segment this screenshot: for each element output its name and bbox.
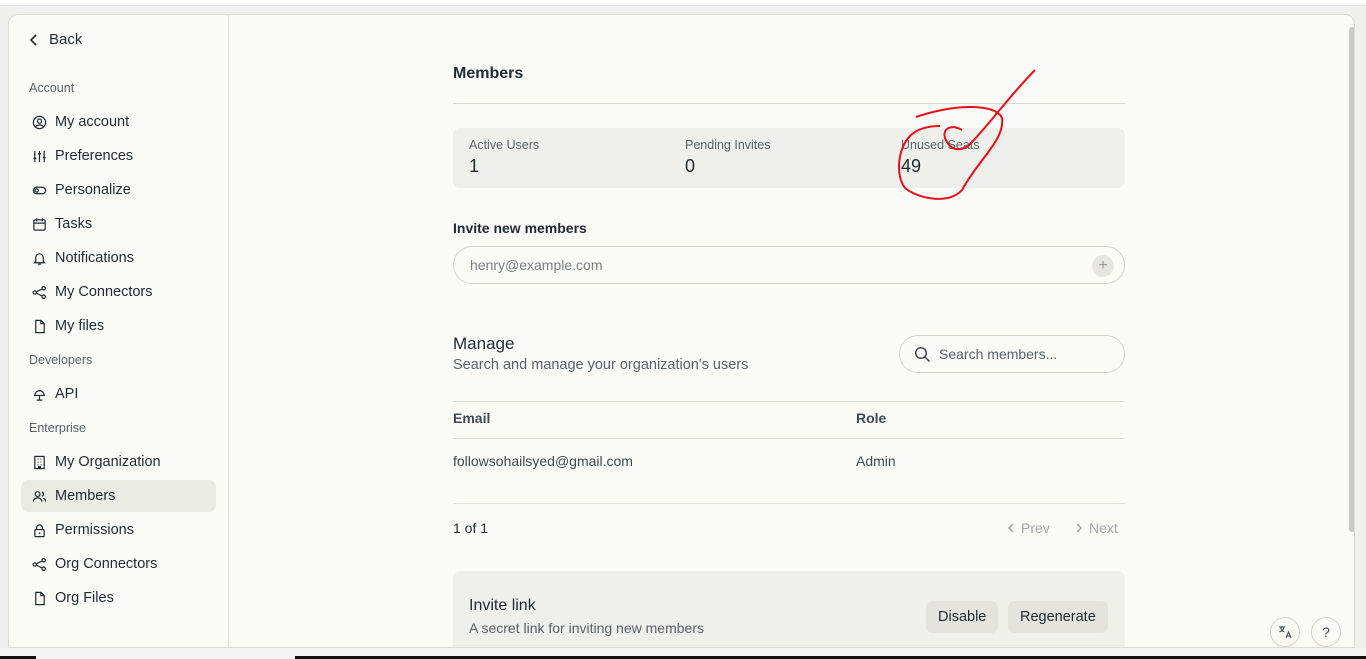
pagination-count: 1 of 1 [453, 520, 489, 536]
sidebar-item-label: Org Files [55, 590, 114, 606]
sidebar-item-label: Preferences [55, 148, 134, 164]
back-button[interactable]: Back [29, 31, 82, 48]
sidebar-item-label: My account [55, 114, 130, 130]
manage-title: Manage [453, 334, 515, 353]
settings-window: Back Account My account Preferences Pers… [8, 14, 1355, 648]
stat-unused-seats: Unused Seats 49 [901, 138, 980, 177]
file-icon [35, 591, 45, 605]
sidebar-item-members[interactable]: Members [21, 480, 216, 512]
section-label-enterprise: Enterprise [29, 421, 86, 435]
translate-icon [1279, 626, 1292, 639]
help-label: ? [1322, 624, 1330, 640]
prev-page-button[interactable]: Prev [1007, 520, 1050, 536]
connectors-icon [32, 285, 47, 299]
sidebar-item-label: Members [55, 488, 116, 504]
translate-button[interactable] [1270, 617, 1300, 647]
sliders-icon [33, 150, 46, 162]
help-button[interactable]: ? [1311, 617, 1341, 647]
stat-label: Pending Invites [685, 138, 771, 152]
sidebar-item-notifications[interactable]: Notifications [21, 242, 216, 274]
stat-value: 49 [901, 156, 922, 176]
stat-active-users: Active Users 1 [469, 138, 539, 177]
disable-button[interactable]: Disable [926, 601, 999, 633]
invite-link-title: Invite link [469, 597, 536, 614]
sidebar-item-label: My files [55, 318, 105, 334]
next-page-button[interactable]: Next [1075, 520, 1118, 536]
taskbar-strip [0, 648, 1366, 659]
sidebar-item-permissions[interactable]: Permissions [21, 514, 216, 546]
column-header-role: Role [856, 410, 887, 426]
sidebar-item-my-files[interactable]: My files [21, 310, 216, 342]
sidebar-item-preferences[interactable]: Preferences [21, 140, 216, 172]
invite-link-card: Invite link A secret link for inviting n… [453, 571, 1125, 647]
next-label: Next [1089, 520, 1118, 536]
stat-value: 0 [685, 156, 696, 176]
invite-label: Invite new members [453, 220, 587, 236]
table-top-border [453, 401, 1125, 402]
users-icon [32, 490, 47, 502]
sidebar-item-label: Tasks [55, 216, 93, 232]
sidebar-item-my-connectors[interactable]: My Connectors [21, 276, 216, 308]
table-header-border [453, 438, 1125, 439]
sidebar-item-label: Notifications [55, 250, 134, 266]
regenerate-button[interactable]: Regenerate [1008, 601, 1108, 633]
lock-icon [34, 523, 45, 537]
sidebar: Back Account My account Preferences Pers… [9, 15, 229, 647]
search-input[interactable] [939, 346, 1109, 362]
stat-label: Active Users [469, 138, 540, 152]
user-circle-icon [32, 115, 47, 129]
sidebar-item-label: Personalize [55, 182, 131, 198]
invite-email-input[interactable] [453, 246, 1125, 284]
cell-email: followsohailsyed@gmail.com [453, 453, 633, 469]
invite-link-subtitle: A secret link for inviting new members [469, 620, 704, 636]
calendar-icon [33, 217, 46, 231]
sidebar-item-my-account[interactable]: My account [21, 106, 216, 138]
building-icon [34, 455, 45, 469]
stat-label: Unused Seats [901, 138, 980, 152]
stats-card: Active Users 1 Pending Invites 0 Unused … [453, 128, 1125, 188]
toggle-icon [32, 186, 47, 194]
search-members-box[interactable] [899, 335, 1125, 373]
section-label-account: Account [29, 81, 75, 95]
file-icon [35, 319, 45, 333]
section-label-developers: Developers [29, 353, 93, 367]
prev-label: Prev [1021, 520, 1050, 536]
table-bottom-border [453, 503, 1125, 504]
api-icon [33, 389, 46, 401]
chevron-left-icon [29, 33, 37, 46]
sidebar-item-label: Org Connectors [55, 556, 158, 572]
scrollbar[interactable] [1349, 27, 1354, 532]
divider [453, 103, 1125, 104]
manage-subtitle: Search and manage your organization's us… [453, 357, 749, 373]
sidebar-item-org-connectors[interactable]: Org Connectors [21, 548, 216, 580]
cell-role: Admin [856, 453, 896, 469]
plus-icon: + [1098, 257, 1108, 274]
back-label: Back [49, 31, 83, 48]
sidebar-item-my-organization[interactable]: My Organization [21, 446, 216, 478]
sidebar-item-label: My Organization [55, 454, 161, 470]
add-invite-button[interactable]: + [1092, 255, 1114, 277]
sidebar-item-api[interactable]: API [21, 378, 216, 410]
page-title: Members [453, 65, 524, 82]
stat-value: 1 [469, 156, 480, 176]
sidebar-item-personalize[interactable]: Personalize [21, 174, 216, 206]
sidebar-item-tasks[interactable]: Tasks [21, 208, 216, 240]
sidebar-item-label: My Connectors [55, 284, 153, 300]
sidebar-item-label: API [55, 386, 79, 402]
sidebar-item-org-files[interactable]: Org Files [21, 582, 216, 614]
browser-top-strip [0, 0, 1366, 6]
search-icon [914, 346, 931, 362]
connectors-icon [32, 557, 47, 571]
chevron-right-icon [1076, 523, 1083, 533]
column-header-email: Email [453, 410, 491, 426]
sidebar-item-label: Permissions [55, 522, 134, 538]
stat-pending-invites: Pending Invites 0 [685, 138, 770, 177]
main-content: Members Active Users 1 Pending Invites 0… [230, 15, 1354, 647]
bell-icon [33, 252, 46, 265]
chevron-left-icon [1007, 523, 1014, 533]
